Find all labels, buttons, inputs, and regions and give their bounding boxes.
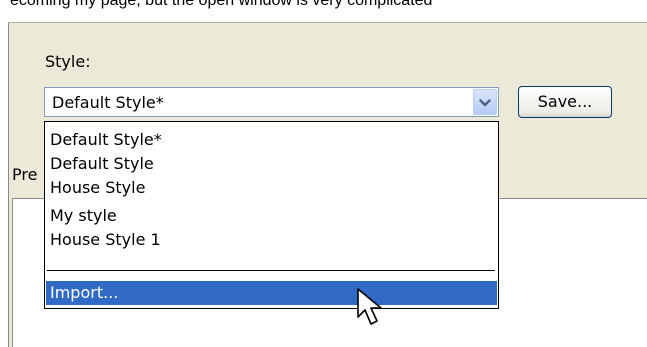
dropdown-option-house-style[interactable]: House Style [50,176,145,199]
dropdown-option-default-style[interactable]: Default Style [50,152,154,175]
document-text-fragment: ecoming my page, but the open window is … [10,0,433,9]
dropdown-separator [47,270,495,271]
style-label: Style: [45,52,91,71]
style-dropdown-list[interactable]: Default Style* Default Style House Style… [44,121,499,309]
dropdown-option-house-style-1[interactable]: House Style 1 [50,228,161,251]
chevron-down-icon [479,93,491,112]
document-text-strip: ecoming my page, but the open window is … [0,0,647,22]
save-button[interactable]: Save... [518,86,612,118]
dropdown-option-default-style-modified[interactable]: Default Style* [50,128,162,151]
dropdown-option-import[interactable]: Import... [46,281,497,305]
dialog-top-divider [8,22,647,23]
dropdown-option-my-style[interactable]: My style [50,204,117,227]
screen: ecoming my page, but the open window is … [0,0,647,347]
combo-dropdown-button[interactable] [473,89,497,115]
style-combobox[interactable]: Default Style* [44,87,499,117]
preview-label: Pre [12,165,38,184]
style-combobox-value: Default Style* [52,93,164,112]
mouse-pointer-icon [355,287,389,331]
